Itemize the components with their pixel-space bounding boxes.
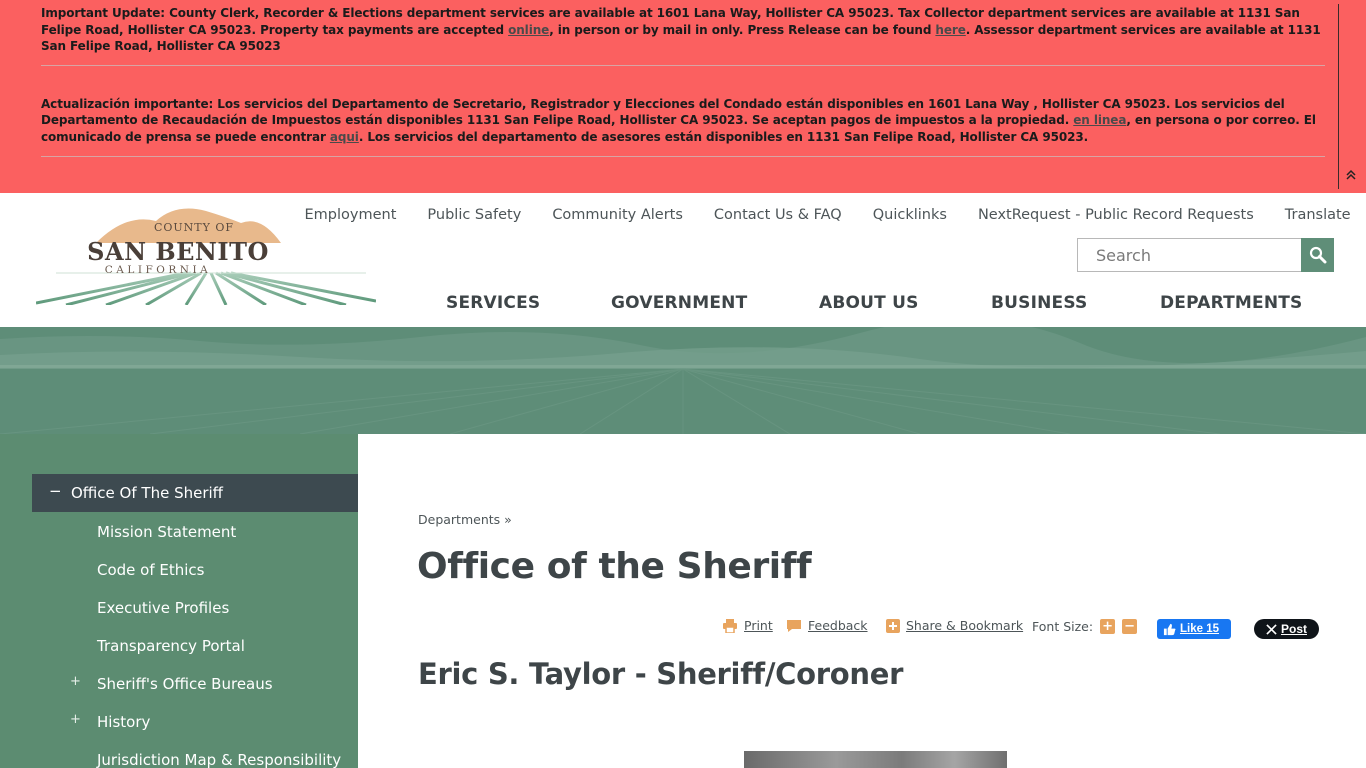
alert-english: Important Update: County Clerk, Recorder…: [41, 5, 1325, 55]
sidebar-item-jurisdiction-map[interactable]: Jurisdiction Map & Responsibility: [97, 751, 341, 768]
utility-nav: Employment Public Safety Community Alert…: [289, 207, 1366, 223]
toplink-quicklinks[interactable]: Quicklinks: [857, 207, 962, 223]
plus-square-icon: [886, 618, 900, 633]
search-box: [1077, 238, 1334, 272]
printer-icon: [722, 618, 738, 633]
collapse-icon[interactable]: −: [49, 482, 62, 500]
nav-departments[interactable]: DEPARTMENTS: [1160, 293, 1303, 313]
sidebar-nav: − Office Of The Sheriff Mission Statemen…: [0, 434, 358, 768]
alert-divider: [41, 64, 1325, 66]
breadcrumb: Departments »: [418, 512, 512, 527]
main-nav: SERVICES GOVERNMENT ABOUT US BUSINESS DE…: [0, 293, 1366, 313]
expand-icon[interactable]: +: [70, 712, 81, 727]
sidebar-item-executive-profiles[interactable]: Executive Profiles: [97, 599, 229, 617]
double-chevron-up-icon[interactable]: [1343, 168, 1359, 186]
search-input[interactable]: [1077, 238, 1301, 272]
x-post-label: Post: [1280, 622, 1307, 636]
share-bookmark-button[interactable]: Share & Bookmark: [886, 618, 1023, 633]
sidebar-item-transparency-portal[interactable]: Transparency Portal: [97, 637, 245, 655]
page-title: Office of the Sheriff: [417, 546, 812, 587]
nav-business[interactable]: BUSINESS: [991, 293, 1088, 313]
sidebar-item-label: Office Of The Sheriff: [71, 484, 223, 502]
breadcrumb-departments[interactable]: Departments: [418, 512, 500, 527]
alert-banner: Important Update: County Clerk, Recorder…: [0, 0, 1366, 193]
hero-banner-image: [0, 327, 1366, 434]
nav-services[interactable]: SERVICES: [446, 293, 540, 313]
alert-spanish: Actualización importante: Los servicios …: [41, 96, 1325, 146]
print-label: Print: [744, 618, 773, 633]
sheriff-name-heading: Eric S. Taylor - Sheriff/Coroner: [418, 657, 904, 691]
feedback-label: Feedback: [808, 618, 868, 633]
facebook-like-button[interactable]: Like 15: [1157, 619, 1231, 639]
font-increase-button[interactable]: +: [1100, 619, 1116, 634]
search-button[interactable]: [1301, 238, 1334, 272]
facebook-like-label: Like 15: [1180, 623, 1219, 635]
font-size-label: Font Size:: [1032, 619, 1094, 634]
alert-en-linea-link[interactable]: en linea: [1073, 113, 1126, 127]
sidebar-item-code-of-ethics[interactable]: Code of Ethics: [97, 561, 205, 579]
thumbs-up-icon: [1163, 623, 1176, 635]
share-label: Share & Bookmark: [906, 618, 1024, 633]
sheriff-photo: [744, 751, 1007, 768]
breadcrumb-separator: »: [500, 512, 512, 527]
speech-bubble-icon: [786, 619, 802, 633]
alert-online-link[interactable]: online: [508, 23, 549, 37]
sidebar-item-history[interactable]: History: [97, 713, 150, 731]
alert-vertical-rule: [1338, 4, 1339, 189]
font-size-control: Font Size: + −: [1032, 619, 1138, 634]
logo-name: SAN BENITO: [87, 237, 269, 266]
main-content: Departments » Office of the Sheriff Prin…: [358, 434, 1366, 768]
toplink-public-safety[interactable]: Public Safety: [412, 207, 537, 223]
print-button[interactable]: Print: [722, 618, 773, 633]
alert-divider: [41, 156, 1325, 157]
toplink-contact-faq[interactable]: Contact Us & FAQ: [698, 207, 857, 223]
toplink-translate[interactable]: Translate: [1269, 207, 1366, 223]
nav-government[interactable]: GOVERNMENT: [611, 293, 747, 313]
alert-aqui-link[interactable]: aqui: [330, 130, 359, 144]
expand-icon[interactable]: +: [70, 674, 81, 689]
toplink-nextrequest[interactable]: NextRequest - Public Record Requests: [962, 207, 1269, 223]
x-post-button[interactable]: Post: [1254, 619, 1319, 639]
feedback-button[interactable]: Feedback: [786, 618, 868, 633]
font-decrease-button[interactable]: −: [1122, 619, 1138, 634]
toplink-employment[interactable]: Employment: [289, 207, 412, 223]
alert-text: . Los servicios del departamento de ases…: [358, 129, 1089, 144]
toplink-community-alerts[interactable]: Community Alerts: [537, 207, 699, 223]
alert-text: , in person or by mail in only. Press Re…: [549, 22, 936, 37]
sidebar-item-office-of-the-sheriff[interactable]: − Office Of The Sheriff: [32, 474, 358, 512]
search-icon: [1309, 246, 1326, 264]
alert-here-link[interactable]: here: [935, 23, 965, 37]
sidebar-item-mission-statement[interactable]: Mission Statement: [97, 523, 236, 541]
site-header: COUNTY OF SAN BENITO CALIFORNIA Employme…: [0, 193, 1366, 327]
sidebar-item-bureaus[interactable]: Sheriff's Office Bureaus: [97, 675, 273, 693]
logo-state: CALIFORNIA: [105, 264, 211, 276]
x-logo-icon: [1266, 623, 1277, 635]
logo-county-of: COUNTY OF: [154, 221, 234, 234]
nav-about-us[interactable]: ABOUT US: [819, 293, 919, 313]
alert-content: Important Update: County Clerk, Recorder…: [41, 5, 1325, 157]
